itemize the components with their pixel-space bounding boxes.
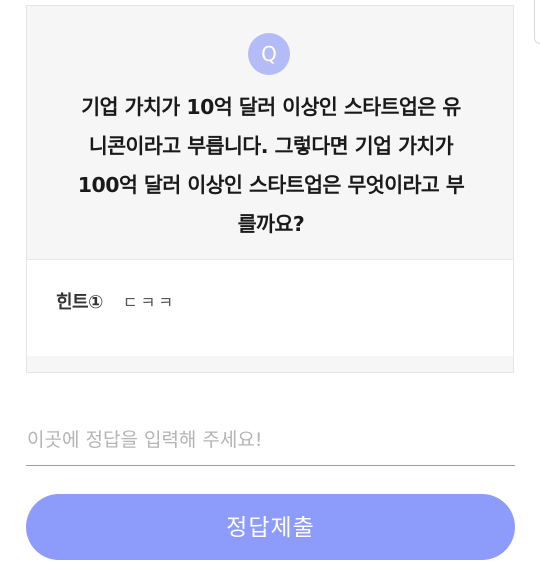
- question-line-3: 100억 달러 이상인 스타트업은 무엇이라고 부: [77, 173, 465, 197]
- question-text: 기업 가치가 10억 달러 이상인 스타트업은 유 니콘이라고 부릅니다. 그렇…: [41, 88, 501, 244]
- question-badge: Q: [248, 33, 290, 75]
- submit-answer-button[interactable]: 정답제출: [26, 494, 515, 560]
- scroll-edge-indicator: [534, 0, 540, 44]
- quiz-card: Q 기업 가치가 10억 달러 이상인 스타트업은 유 니콘이라고 부릅니다. …: [26, 5, 514, 373]
- hint-value: ㄷㅋㅋ: [122, 293, 177, 312]
- answer-input[interactable]: [26, 414, 515, 466]
- question-line-1: 기업 가치가 10억 달러 이상인 스타트업은 유: [81, 95, 461, 119]
- question-line-4: 를까요?: [237, 212, 305, 236]
- question-line-2: 니콘이라고 부릅니다. 그렇다면 기업 가치가: [88, 134, 454, 158]
- hint-label: 힌트①: [54, 288, 105, 314]
- hint-row: 힌트① ㄷㅋㅋ: [54, 288, 176, 314]
- question-area: Q 기업 가치가 10억 달러 이상인 스타트업은 유 니콘이라고 부릅니다. …: [27, 6, 513, 260]
- card-bottom-strip: [27, 356, 513, 372]
